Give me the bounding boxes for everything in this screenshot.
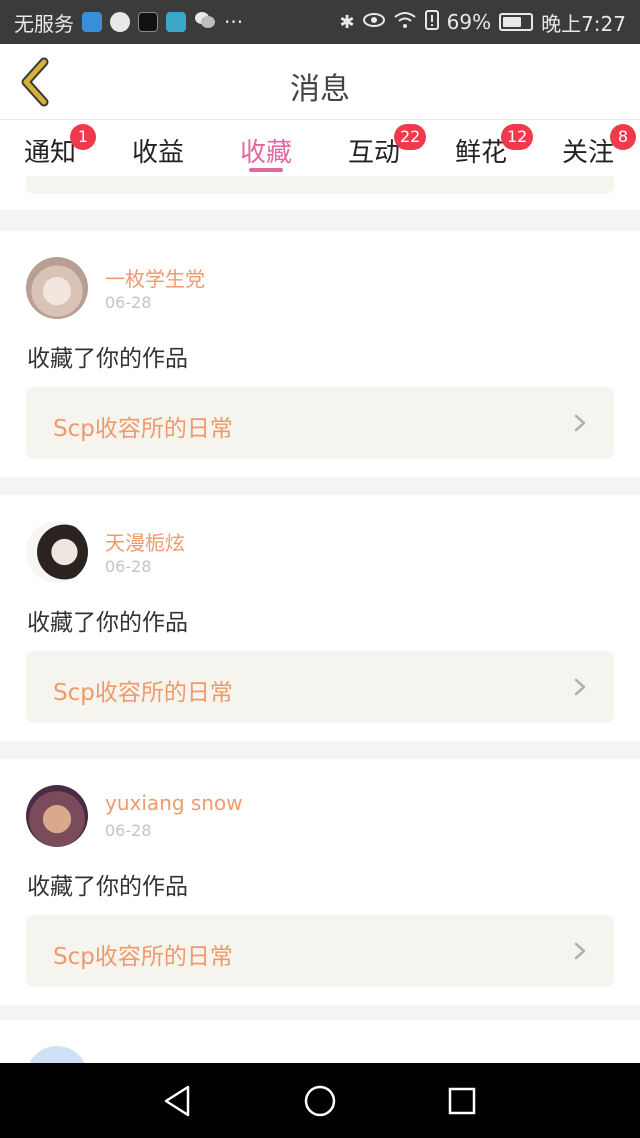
tab-flowers[interactable]: 鲜花 12 xyxy=(431,124,534,169)
tab-label: 互动 xyxy=(347,138,400,168)
triangle-back-icon[interactable] xyxy=(158,1081,198,1121)
book-app-icon xyxy=(166,12,186,32)
work-link[interactable]: Scp收容所的日常 xyxy=(26,651,614,723)
date: 06-28 xyxy=(105,557,152,576)
avatar[interactable] xyxy=(26,785,88,847)
notification-badge: 8 xyxy=(610,124,636,150)
work-link[interactable]: Scp收容所的日常 xyxy=(26,915,614,987)
status-bar: 无服务 ··· ✱ 69% 晚上7:27 xyxy=(0,0,640,44)
work-title: Scp收容所的日常 xyxy=(53,944,233,970)
chevron-right-icon xyxy=(574,414,586,432)
tab-label: 收益 xyxy=(131,138,184,168)
square-recent-icon[interactable] xyxy=(442,1081,482,1121)
list-item: yuxiang snow 06-28 收藏了你的作品 Scp收容所的日常 xyxy=(0,759,640,1005)
username[interactable]: 一枚学生党 xyxy=(105,263,205,292)
list-item-partial xyxy=(0,1020,640,1063)
tiktok-app-icon xyxy=(138,12,158,32)
battery-icon xyxy=(499,13,534,31)
tab-label: 鲜花 xyxy=(454,138,507,168)
notification-badge: 1 xyxy=(70,124,96,150)
status-right: ✱ 69% 晚上7:27 xyxy=(340,8,626,37)
username[interactable]: yuxiang snow xyxy=(105,791,243,815)
bluetooth-icon: ✱ xyxy=(339,11,355,33)
carrier-label: 无服务 xyxy=(14,11,74,36)
list-item: 天漫栀炫 06-28 收藏了你的作品 Scp收容所的日常 xyxy=(0,495,640,741)
battery-percent: 69% xyxy=(446,10,492,34)
chevron-right-icon xyxy=(574,942,586,960)
notification-badge: 22 xyxy=(394,124,427,150)
action-text: 收藏了你的作品 xyxy=(27,346,188,372)
tab-earnings[interactable]: 收益 xyxy=(108,132,208,169)
avatar[interactable] xyxy=(26,1046,88,1063)
tab-label: 关注 xyxy=(561,138,614,168)
chevron-right-icon xyxy=(574,678,586,696)
work-title: Scp收容所的日常 xyxy=(53,416,233,442)
clock: 晚上7:27 xyxy=(541,11,626,36)
remnant-link xyxy=(26,176,614,194)
wechat-icon xyxy=(194,10,216,35)
date: 06-28 xyxy=(105,293,152,312)
avatar[interactable] xyxy=(26,521,88,583)
app-header: 消息 xyxy=(0,44,640,120)
active-tab-indicator xyxy=(249,168,283,172)
more-notifications: ··· xyxy=(224,10,244,34)
message-feed[interactable]: 一枚学生党 06-28 收藏了你的作品 Scp收容所的日常 天漫栀炫 06-28… xyxy=(0,176,640,1063)
news-app-icon xyxy=(110,12,130,32)
avatar[interactable] xyxy=(26,257,88,319)
tab-interactions[interactable]: 互动 22 xyxy=(324,124,427,169)
previous-card-remnant xyxy=(0,176,640,210)
list-item: 一枚学生党 06-28 收藏了你的作品 Scp收容所的日常 xyxy=(0,231,640,477)
work-link[interactable]: Scp收容所的日常 xyxy=(26,387,614,459)
wifi-icon xyxy=(393,11,417,34)
circle-home-icon[interactable] xyxy=(300,1081,340,1121)
notification-badge: 12 xyxy=(501,124,534,150)
eye-icon xyxy=(362,12,385,33)
page-title: 消息 xyxy=(290,72,350,107)
work-title: Scp收容所的日常 xyxy=(53,680,233,706)
tab-label: 收藏 xyxy=(239,138,292,168)
navigation-bar xyxy=(0,1063,640,1138)
date: 06-28 xyxy=(105,821,152,840)
tab-label: 通知 xyxy=(23,138,76,168)
tab-following[interactable]: 关注 8 xyxy=(538,124,638,169)
status-left: 无服务 ··· xyxy=(14,8,243,37)
username[interactable]: 天漫栀炫 xyxy=(105,527,185,556)
action-text: 收藏了你的作品 xyxy=(27,610,188,636)
shield-app-icon xyxy=(82,12,102,32)
action-text: 收藏了你的作品 xyxy=(27,874,188,900)
battery-level xyxy=(503,17,522,27)
tab-favorites[interactable]: 收藏 xyxy=(216,132,316,169)
alert-icon xyxy=(424,9,439,35)
tab-bar: 通知 1 收益 收藏 互动 22 鲜花 12 关注 8 xyxy=(0,120,640,176)
tab-notifications[interactable]: 通知 1 xyxy=(0,124,100,169)
